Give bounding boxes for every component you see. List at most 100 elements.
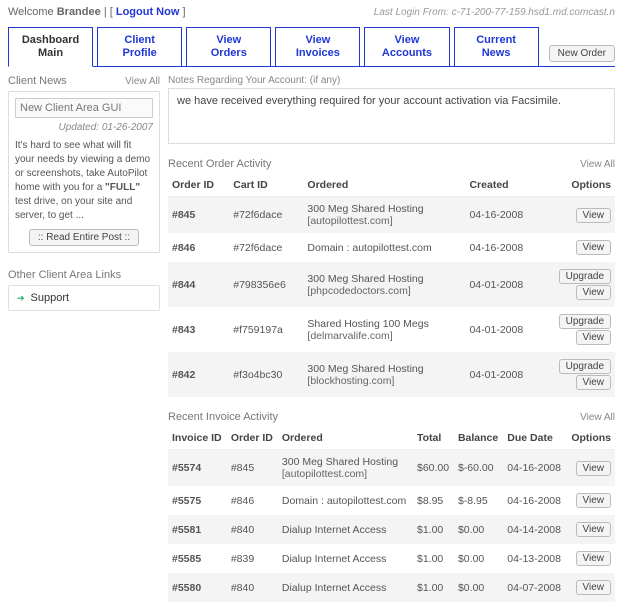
view-button[interactable]: View [576,375,612,390]
ordered: Shared Hosting 100 Megs[delmarvalife.com… [303,307,465,352]
table-row: #5581#840Dialup Internet Access$1.00$0.0… [168,515,615,544]
order-id: #846 [168,233,229,262]
col-inv-ordered: Ordered [278,427,413,450]
upgrade-button[interactable]: Upgrade [559,359,611,374]
other-links-head: Other Client Area Links [8,269,121,281]
invoice-id: #5581 [168,515,227,544]
news-updated: Updated: 01-26-2007 [15,122,153,133]
view-button[interactable]: View [576,551,612,566]
recent-invoices-head: Recent Invoice Activity [168,411,278,423]
total: $60.00 [413,450,454,487]
client-news-box: Updated: 01-26-2007 It's hard to see wha… [8,91,160,253]
news-body: It's hard to see what will fit your need… [15,139,153,223]
invoice-id: #5580 [168,573,227,602]
order-id: #845 [227,450,278,487]
view-button[interactable]: View [576,330,612,345]
welcome-text: Welcome Brandee | [ Logout Now ] [8,6,186,18]
due-date: 04-14-2008 [503,515,566,544]
upgrade-button[interactable]: Upgrade [559,269,611,284]
tab-news[interactable]: CurrentNews [454,27,539,66]
total: $1.00 [413,544,454,573]
tab-invoices[interactable]: ViewInvoices [275,27,360,66]
cart-id: #72f6dace [229,233,303,262]
tab-profile[interactable]: ClientProfile [97,27,182,66]
news-title-input[interactable] [15,98,153,118]
created: 04-16-2008 [465,197,541,234]
ordered: Dialup Internet Access [278,544,413,573]
view-button[interactable]: View [576,285,612,300]
cart-id: #f3o4bc30 [229,352,303,397]
tab-accounts[interactable]: ViewAccounts [364,27,449,66]
link-support[interactable]: ➔ Support [9,286,159,310]
balance: $-8.95 [454,486,503,515]
read-entire-post-button[interactable]: :: Read Entire Post :: [29,229,139,246]
link-label: Support [31,292,70,304]
ordered: Dialup Internet Access [278,573,413,602]
client-news-viewall[interactable]: View All [125,76,160,87]
col-inv-options: Options [566,427,615,450]
view-button[interactable]: View [576,461,612,476]
invoice-id: #5585 [168,544,227,573]
balance: $0.00 [454,573,503,602]
ordered: 300 Meg Shared Hosting[autopilottest.com… [303,197,465,234]
created: 04-01-2008 [465,307,541,352]
tab-row: DashboardMainClientProfileViewOrdersView… [8,26,615,67]
total: $8.95 [413,486,454,515]
tab-main[interactable]: DashboardMain [8,27,93,67]
recent-orders-head: Recent Order Activity [168,158,271,170]
table-row: #5580#840Dialup Internet Access$1.00$0.0… [168,573,615,602]
account-notes-body: we have received everything required for… [168,88,615,144]
balance: $-60.00 [454,450,503,487]
view-button[interactable]: View [576,580,612,595]
table-row: #846#72f6daceDomain : autopilottest.com0… [168,233,615,262]
view-button[interactable]: View [576,208,612,223]
table-row: #5575#846Domain : autopilottest.com$8.95… [168,486,615,515]
table-row: #844#798356e6300 Meg Shared Hosting[phpc… [168,262,615,307]
table-row: #5585#839Dialup Internet Access$1.00$0.0… [168,544,615,573]
col-ordered: Ordered [303,174,465,197]
order-id: #843 [168,307,229,352]
order-id: #845 [168,197,229,234]
account-notes-head: Notes Regarding Your Account: (if any) [168,75,615,86]
client-news-head: Client News [8,75,67,87]
col-inv-order-id: Order ID [227,427,278,450]
order-id: #846 [227,486,278,515]
order-id: #839 [227,544,278,573]
col-cart-id: Cart ID [229,174,303,197]
due-date: 04-16-2008 [503,450,566,487]
total: $1.00 [413,573,454,602]
created: 04-16-2008 [465,233,541,262]
new-order-button[interactable]: New Order [549,45,615,62]
balance: $0.00 [454,515,503,544]
table-row: #5574#845300 Meg Shared Hosting[autopilo… [168,450,615,487]
view-button[interactable]: View [576,240,612,255]
cart-id: #798356e6 [229,262,303,307]
recent-orders-viewall[interactable]: View All [580,159,615,170]
due-date: 04-13-2008 [503,544,566,573]
tab-orders[interactable]: ViewOrders [186,27,271,66]
logout-link[interactable]: Logout Now [116,6,180,18]
order-id: #840 [227,515,278,544]
col-invoice-id: Invoice ID [168,427,227,450]
created: 04-01-2008 [465,262,541,307]
table-row: #842#f3o4bc30300 Meg Shared Hosting[bloc… [168,352,615,397]
invoice-id: #5574 [168,450,227,487]
due-date: 04-16-2008 [503,486,566,515]
created: 04-01-2008 [465,352,541,397]
col-created: Created [465,174,541,197]
due-date: 04-07-2008 [503,573,566,602]
last-login-text: Last Login From: c-71-200-77-159.hsd1.md… [374,7,615,18]
ordered: 300 Meg Shared Hosting[blockhosting.com] [303,352,465,397]
view-button[interactable]: View [576,522,612,537]
table-row: #845#72f6dace300 Meg Shared Hosting[auto… [168,197,615,234]
upgrade-button[interactable]: Upgrade [559,314,611,329]
recent-invoices-viewall[interactable]: View All [580,412,615,423]
view-button[interactable]: View [576,493,612,508]
col-options: Options [541,174,615,197]
col-balance: Balance [454,427,503,450]
col-total: Total [413,427,454,450]
arrow-right-icon: ➔ [17,293,25,304]
order-id: #842 [168,352,229,397]
invoices-table: Invoice ID Order ID Ordered Total Balanc… [168,427,615,602]
order-id: #844 [168,262,229,307]
